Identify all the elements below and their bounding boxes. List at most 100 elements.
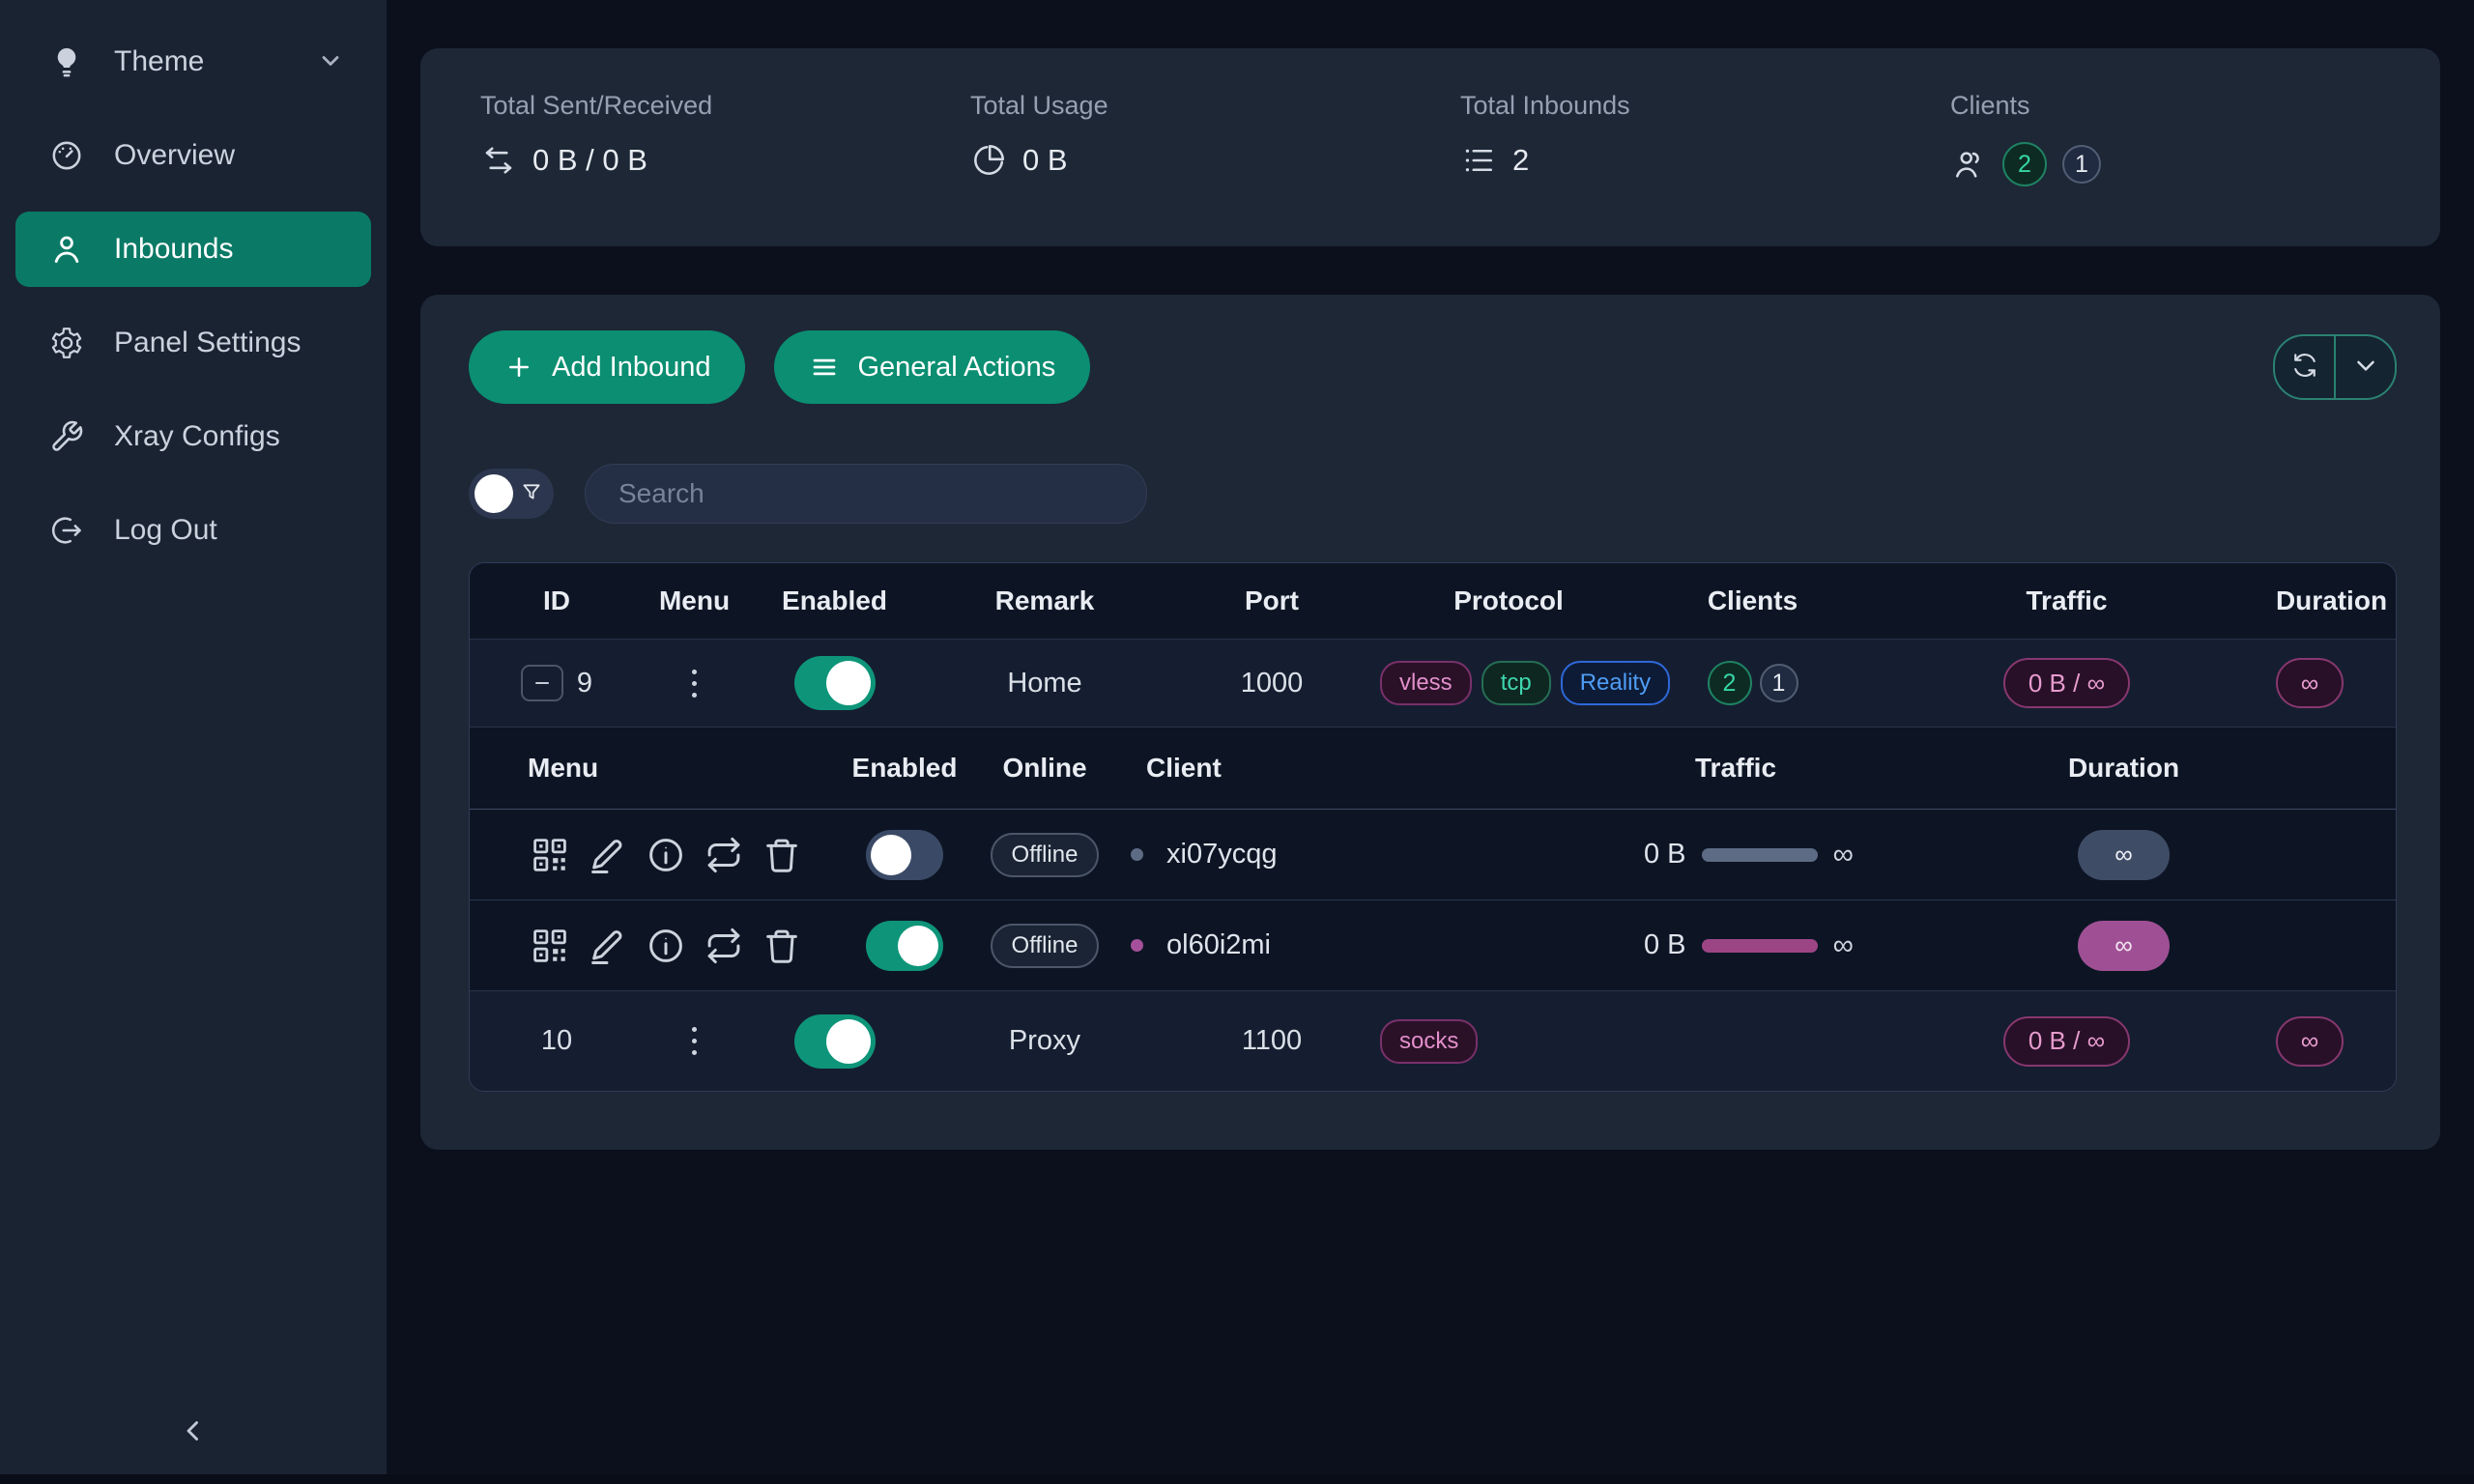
refresh-split-button — [2273, 334, 2397, 400]
inbound-remark: Home — [924, 668, 1165, 699]
general-actions-button[interactable]: General Actions — [774, 330, 1090, 404]
traffic-progress-bar — [1702, 848, 1818, 862]
client-traffic-used: 0 B — [1644, 929, 1686, 961]
refresh-button[interactable] — [2275, 336, 2336, 398]
traffic-progress-bar — [1702, 939, 1818, 953]
reset-traffic-icon[interactable] — [702, 833, 746, 877]
inbound-enabled-toggle[interactable] — [794, 1014, 876, 1069]
table-row: 10 Proxy 1100 socks 0 B / ∞ ∞ — [470, 990, 2396, 1091]
col-header: Menu — [644, 585, 745, 616]
col-header: ID — [470, 585, 644, 616]
expanded-clients-section: Menu Enabled Online Client Traffic Durat… — [470, 727, 2396, 990]
general-actions-label: General Actions — [857, 352, 1055, 384]
add-inbound-label: Add Inbound — [552, 352, 710, 384]
stat-total-inbounds: Total Inbounds 2 — [1460, 91, 1950, 246]
traffic-pill: 0 B / ∞ — [2003, 658, 2130, 708]
edit-icon[interactable] — [586, 924, 630, 968]
hamburger-icon — [809, 352, 840, 383]
add-inbound-button[interactable]: Add Inbound — [469, 330, 745, 404]
lightbulb-icon — [48, 43, 85, 80]
qrcode-icon[interactable] — [528, 924, 572, 968]
inbound-id: 9 — [577, 668, 592, 699]
online-status-badge: Offline — [991, 833, 1100, 877]
info-icon[interactable] — [644, 924, 688, 968]
search-input[interactable] — [585, 464, 1147, 524]
inbound-port: 1000 — [1165, 668, 1378, 699]
duration-pill: ∞ — [2276, 658, 2345, 708]
client-traffic-used: 0 B — [1644, 839, 1686, 870]
col-header: Traffic — [1484, 753, 1987, 784]
duration-pill: ∞ — [2276, 1016, 2345, 1067]
refresh-icon — [2290, 351, 2319, 385]
col-header: Enabled — [837, 753, 972, 784]
info-icon[interactable] — [644, 833, 688, 877]
reset-traffic-icon[interactable] — [702, 924, 746, 968]
col-header: Protocol — [1378, 585, 1639, 616]
inbound-enabled-toggle[interactable] — [794, 656, 876, 710]
table-row: 9 Home 1000 vless tcp Reality 2 1 — [470, 639, 2396, 727]
col-header: Client — [1117, 753, 1484, 784]
protocol-tag: socks — [1380, 1019, 1478, 1064]
sidebar-item-label: Overview — [114, 139, 235, 172]
col-header: Remark — [924, 585, 1165, 616]
row-menu-button[interactable] — [684, 662, 705, 705]
client-duration-pill: ∞ — [2078, 921, 2170, 971]
qrcode-icon[interactable] — [528, 833, 572, 877]
sidebar-item-panel-settings[interactable]: Panel Settings — [15, 313, 371, 373]
sidebar-item-xray-configs[interactable]: Xray Configs — [15, 407, 371, 467]
clients-deactive-badge: 1 — [1760, 664, 1798, 702]
delete-icon[interactable] — [760, 833, 804, 877]
edit-icon[interactable] — [586, 833, 630, 877]
stat-label: Clients — [1950, 91, 2440, 121]
inbound-remark: Proxy — [924, 1025, 1165, 1057]
inbounds-panel: Add Inbound General Actions — [420, 295, 2440, 1150]
filter-toggle[interactable] — [469, 469, 554, 519]
stat-clients: Clients 2 1 — [1950, 91, 2440, 246]
col-header: Duration — [2267, 585, 2396, 616]
sidebar-item-label: Xray Configs — [114, 420, 280, 453]
client-name: xi07ycqg — [1166, 839, 1277, 870]
stat-total-usage: Total Usage 0 B — [970, 91, 1460, 246]
sidebar-item-inbounds[interactable]: Inbounds — [15, 212, 371, 287]
transfer-icon — [480, 142, 517, 179]
col-header: Duration — [1987, 753, 2260, 784]
stat-label: Total Sent/Received — [480, 91, 970, 121]
logout-icon — [48, 512, 85, 549]
client-color-dot — [1131, 939, 1143, 952]
sidebar-item-label: Theme — [114, 45, 204, 78]
sidebar-item-label: Inbounds — [114, 233, 233, 266]
delete-icon[interactable] — [760, 924, 804, 968]
inbound-port: 1100 — [1165, 1025, 1378, 1057]
client-enabled-toggle[interactable] — [866, 830, 943, 880]
stat-label: Total Inbounds — [1460, 91, 1950, 121]
client-enabled-toggle[interactable] — [866, 921, 943, 971]
clients-deactive-badge: 1 — [2062, 145, 2101, 184]
protocol-tag: tcp — [1482, 661, 1551, 705]
refresh-dropdown-button[interactable] — [2336, 336, 2395, 398]
subtable-header-row: Menu Enabled Online Client Traffic Durat… — [470, 728, 2396, 810]
traffic-pill: 0 B / ∞ — [2003, 1016, 2130, 1067]
chevron-down-icon — [2351, 351, 2380, 385]
toolbar: Add Inbound General Actions — [469, 328, 2397, 406]
infinity-icon: ∞ — [1833, 839, 1854, 871]
stat-label: Total Usage — [970, 91, 1460, 121]
plus-icon — [503, 352, 534, 383]
client-row: Offline ol60i2mi 0 B ∞ ∞ — [470, 899, 2396, 990]
clients-online-badge: 2 — [2002, 142, 2047, 186]
gauge-icon — [48, 137, 85, 174]
main-content: Total Sent/Received 0 B / 0 B Total Usag… — [387, 0, 2474, 1484]
sidebar-collapse-button[interactable] — [0, 1407, 387, 1459]
sidebar-item-label: Log Out — [114, 514, 217, 547]
sidebar-item-theme[interactable]: Theme — [15, 32, 371, 92]
col-header: Online — [972, 753, 1117, 784]
collapse-row-button[interactable] — [521, 665, 563, 701]
sidebar-item-overview[interactable]: Overview — [15, 126, 371, 186]
client-row: Offline xi07ycqg 0 B ∞ ∞ — [470, 810, 2396, 899]
client-name: ol60i2mi — [1166, 929, 1271, 961]
row-menu-button[interactable] — [684, 1019, 705, 1063]
toggle-knob — [475, 474, 513, 513]
horizontal-scrollbar[interactable] — [0, 1474, 2474, 1484]
col-header: Enabled — [745, 585, 924, 616]
person-icon — [48, 231, 85, 268]
sidebar-item-logout[interactable]: Log Out — [15, 500, 371, 560]
